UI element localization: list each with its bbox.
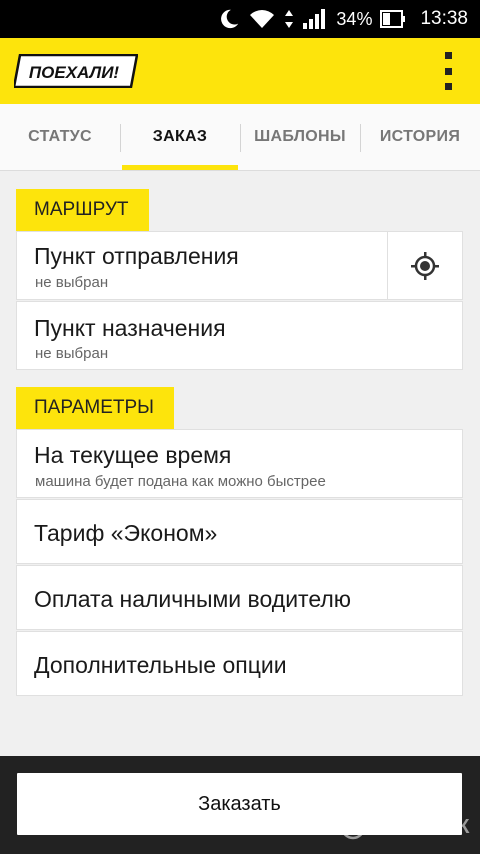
destination-point-field[interactable]: Пункт назначения не выбран: [16, 301, 463, 370]
battery-icon: [380, 9, 406, 29]
time-subtitle: машина будет подана как можно быстрее: [35, 473, 326, 490]
data-arrows-icon: [284, 9, 294, 29]
watermark: ОТЗОВИК: [340, 814, 470, 840]
bottom-bar: Заказать ОТЗОВИК: [0, 756, 480, 854]
destination-subtitle: не выбран: [35, 345, 109, 362]
tab-order[interactable]: ЗАКАЗ: [120, 104, 240, 170]
logo-text: ПОЕХАЛИ!: [29, 63, 120, 82]
extra-options[interactable]: Дополнительные опции: [16, 631, 463, 696]
my-location-icon[interactable]: [387, 232, 462, 299]
tariff-title: Тариф «Эконом»: [34, 520, 218, 546]
section-label-route: МАРШРУТ: [16, 189, 149, 231]
extra-options-title: Дополнительные опции: [34, 652, 287, 678]
status-bar: 34% 13:38: [0, 0, 480, 38]
payment-title: Оплата наличными водителю: [34, 586, 352, 612]
tab-bar: СТАТУС ЗАКАЗ ШАБЛОНЫ ИСТОРИЯ: [0, 104, 480, 171]
battery-percent: 34%: [336, 8, 373, 29]
status-time: 13:38: [420, 8, 468, 29]
app-bar: ПОЕХАЛИ!: [0, 38, 480, 104]
section-label-parameters: ПАРАМЕТРЫ: [16, 387, 175, 429]
departure-point-field[interactable]: Пункт отправления не выбран: [16, 231, 463, 300]
time-title: На текущее время: [34, 442, 232, 468]
departure-title: Пункт отправления: [34, 243, 239, 269]
tab-status[interactable]: СТАТУС: [0, 104, 120, 170]
tariff-option[interactable]: Тариф «Эконом»: [16, 499, 463, 564]
watermark-text: ОТЗОВИК: [369, 815, 470, 838]
tab-history[interactable]: ИСТОРИЯ: [360, 104, 480, 170]
app-logo: ПОЕХАЛИ!: [12, 53, 139, 89]
watermark-logo-icon: [340, 814, 366, 840]
tab-templates[interactable]: ШАБЛОНЫ: [240, 104, 360, 170]
more-vert-icon[interactable]: [436, 52, 460, 90]
payment-option[interactable]: Оплата наличными водителю: [16, 565, 463, 630]
moon-icon: [218, 8, 240, 30]
destination-title: Пункт назначения: [34, 315, 226, 341]
departure-subtitle: не выбран: [35, 274, 109, 291]
time-option[interactable]: На текущее время машина будет подана как…: [16, 429, 463, 498]
signal-icon: [302, 8, 326, 30]
wifi-icon: [248, 8, 276, 30]
